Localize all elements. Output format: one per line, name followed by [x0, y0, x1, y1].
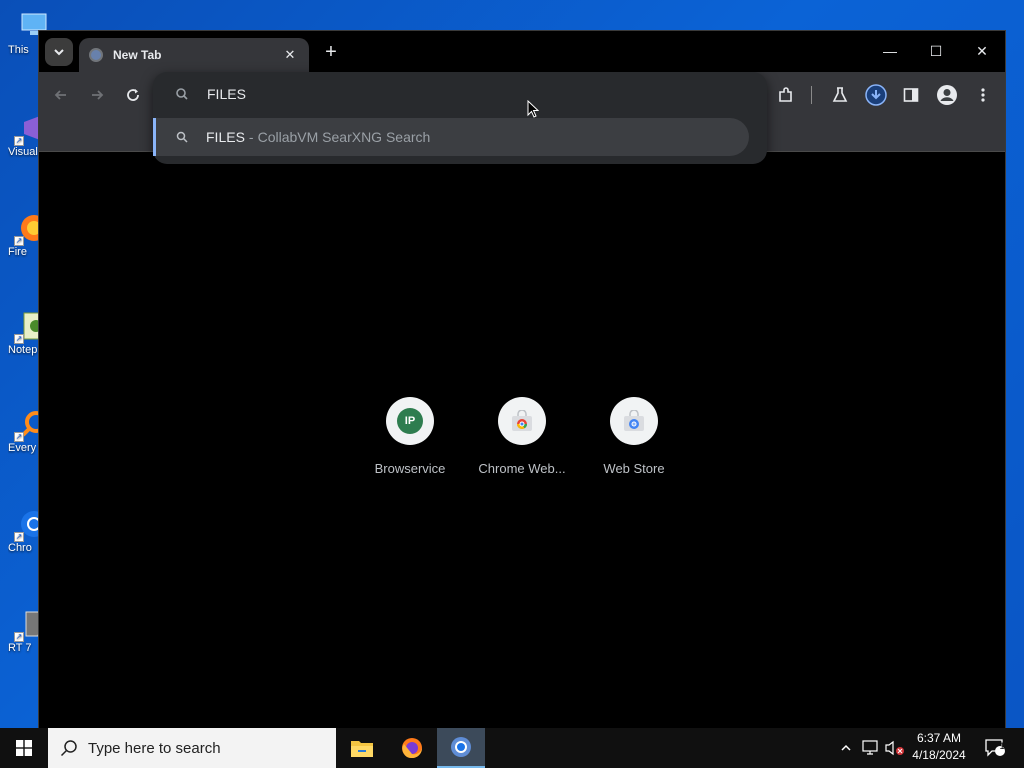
shortcut-arrow-icon: ↗	[14, 136, 24, 146]
side-panel-button[interactable]	[899, 83, 923, 107]
chevron-down-icon	[54, 49, 64, 56]
shortcut-arrow-icon: ↗	[14, 334, 24, 344]
arrow-left-icon	[54, 90, 66, 100]
shortcut-icon-circle: IP	[386, 397, 434, 445]
shortcut-label: Web Store	[603, 461, 665, 476]
toolbar-divider	[811, 86, 812, 104]
suggestion-engine: CollabVM SearXNG Search	[257, 129, 431, 145]
download-icon	[865, 84, 887, 106]
arrow-right-icon	[92, 90, 104, 100]
downloads-button[interactable]	[864, 83, 888, 107]
browser-window: New Tab ✕ + — ☐ ✕ FILES FILES - CollabVM…	[38, 30, 1006, 730]
address-bar-input[interactable]: FILES	[153, 72, 767, 116]
tab-strip: New Tab ✕ + — ☐ ✕	[39, 31, 1005, 72]
shortcut-icon-circle	[498, 397, 546, 445]
tab-close-button[interactable]: ✕	[281, 47, 299, 63]
taskbar-search-box[interactable]: Type here to search	[48, 728, 336, 768]
address-bar-text: FILES	[207, 86, 246, 102]
shortcut-chrome-web-store[interactable]: Chrome Web...	[467, 397, 577, 476]
flask-icon	[832, 87, 848, 102]
firefox-icon	[402, 738, 422, 759]
forward-button[interactable]	[85, 83, 109, 107]
windows-logo-icon	[16, 740, 32, 756]
start-button[interactable]	[0, 728, 48, 768]
chrome-icon	[451, 737, 471, 757]
taskbar-chrome[interactable]	[437, 728, 485, 768]
volume-muted-icon	[885, 740, 904, 756]
shortcut-arrow-icon: ↗	[14, 532, 24, 542]
suggestion-query: FILES	[206, 129, 245, 145]
shortcut-label: Chrome Web...	[478, 461, 566, 476]
reload-icon	[127, 89, 139, 101]
network-icon	[862, 740, 878, 755]
reload-button[interactable]	[121, 83, 145, 107]
volume-button[interactable]	[884, 728, 906, 768]
notification-count: 1	[999, 741, 1005, 751]
clock-date: 4/18/2024	[912, 748, 966, 762]
taskbar-search-placeholder: Type here to search	[88, 739, 221, 757]
omnibox-dropdown: FILES FILES - CollabVM SearXNG Search	[153, 72, 767, 164]
ip-badge-icon: IP	[397, 408, 423, 434]
menu-button[interactable]	[971, 83, 995, 107]
shortcut-icon-circle	[610, 397, 658, 445]
labs-button[interactable]	[828, 83, 852, 107]
shortcut-arrow-icon: ↗	[14, 236, 24, 246]
chevron-up-icon	[841, 744, 851, 751]
maximize-button[interactable]: ☐	[913, 37, 959, 65]
search-icon	[176, 131, 188, 143]
shortcut-arrow-icon: ↗	[14, 632, 24, 642]
avatar-icon	[937, 85, 957, 105]
shortcut-label: Browservice	[374, 461, 446, 476]
tab-title: New Tab	[113, 48, 162, 62]
taskbar-clock[interactable]: 6:37 AM 4/18/2024	[904, 730, 974, 764]
chrome-web-store-icon	[512, 410, 532, 431]
taskbar: Type here to search 6:37 AM 4/18/2024 1	[0, 728, 1024, 768]
new-tab-button[interactable]: +	[319, 41, 343, 65]
shortcut-browservice[interactable]: IP Browservice	[355, 397, 465, 476]
close-window-button[interactable]: ✕	[959, 37, 1005, 65]
minimize-button[interactable]: —	[867, 37, 913, 65]
globe-icon	[89, 48, 103, 62]
tab-new-tab[interactable]: New Tab ✕	[79, 38, 309, 72]
show-hidden-icons-button[interactable]	[836, 728, 856, 768]
tab-search-button[interactable]	[45, 38, 73, 66]
search-engine-icon	[176, 88, 188, 100]
shortcut-web-store[interactable]: Web Store	[579, 397, 689, 476]
folder-icon	[351, 741, 373, 757]
side-panel-icon	[903, 88, 919, 102]
taskbar-file-explorer[interactable]	[338, 728, 386, 768]
omnibox-suggestion[interactable]: FILES - CollabVM SearXNG Search	[153, 118, 749, 156]
back-button[interactable]	[49, 83, 73, 107]
network-button[interactable]	[860, 728, 882, 768]
clock-time: 6:37 AM	[916, 731, 962, 745]
web-store-icon	[624, 410, 644, 431]
puzzle-icon	[779, 87, 792, 102]
search-icon	[60, 740, 77, 757]
extensions-button[interactable]	[774, 83, 798, 107]
notification-center-button[interactable]: 1	[980, 728, 1010, 768]
profile-button[interactable]	[935, 83, 959, 107]
mouse-cursor-icon	[527, 100, 539, 118]
suggestion-separator: -	[248, 129, 254, 145]
kebab-menu-icon	[981, 88, 985, 102]
shortcut-arrow-icon: ↗	[14, 432, 24, 442]
taskbar-firefox[interactable]	[388, 728, 436, 768]
